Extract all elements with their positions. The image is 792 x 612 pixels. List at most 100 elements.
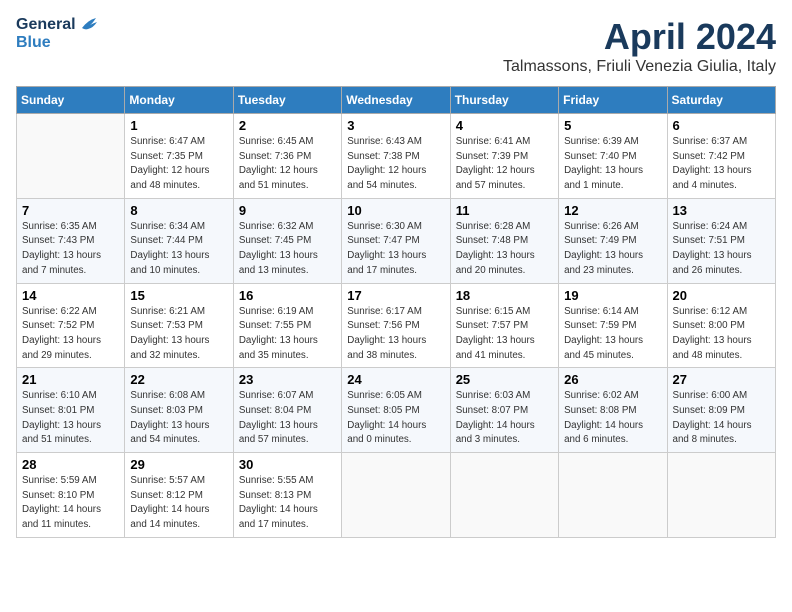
day-number: 1 bbox=[130, 118, 227, 133]
calendar-cell: 8 Sunrise: 6:34 AMSunset: 7:44 PMDaylight… bbox=[125, 198, 233, 283]
day-info: Sunrise: 6:03 AMSunset: 8:07 PMDaylight:… bbox=[456, 389, 553, 448]
calendar-cell: 26 Sunrise: 6:02 AMSunset: 8:08 PMDayligh… bbox=[559, 368, 667, 453]
calendar-cell: 16Sunrise: 6:19 AMSunset: 7:55 PMDayligh… bbox=[233, 283, 341, 368]
header-sunday: Sunday bbox=[17, 87, 125, 114]
day-number: 26 bbox=[564, 372, 661, 387]
day-info: Sunrise: 6:07 AMSunset: 8:04 PMDaylight:… bbox=[239, 389, 336, 448]
calendar-cell: 6 Sunrise: 6:37 AMSunset: 7:42 PMDaylight… bbox=[667, 114, 775, 199]
calendar-header-row: Sunday Monday Tuesday Wednesday Thursday… bbox=[17, 87, 776, 114]
day-info: Sunrise: 6:41 AMSunset: 7:39 PMDaylight:… bbox=[456, 135, 553, 194]
day-number: 30 bbox=[239, 457, 336, 472]
day-number: 20 bbox=[673, 288, 770, 303]
header-saturday: Saturday bbox=[667, 87, 775, 114]
day-number: 4 bbox=[456, 118, 553, 133]
logo: General Blue bbox=[16, 16, 100, 52]
day-info: Sunrise: 6:05 AMSunset: 8:05 PMDaylight:… bbox=[347, 389, 444, 448]
day-info: Sunrise: 6:39 AMSunset: 7:40 PMDaylight:… bbox=[564, 135, 661, 194]
calendar-table: Sunday Monday Tuesday Wednesday Thursday… bbox=[16, 86, 776, 538]
day-info: Sunrise: 5:55 AMSunset: 8:13 PMDaylight:… bbox=[239, 474, 336, 533]
day-number: 12 bbox=[564, 203, 661, 218]
calendar-cell: 11Sunrise: 6:28 AMSunset: 7:48 PMDayligh… bbox=[450, 198, 558, 283]
day-info: Sunrise: 6:24 AMSunset: 7:51 PMDaylight:… bbox=[673, 220, 770, 279]
calendar-cell: 9Sunrise: 6:32 AMSunset: 7:45 PMDaylight… bbox=[233, 198, 341, 283]
calendar-cell bbox=[342, 453, 450, 538]
day-info: Sunrise: 6:19 AMSunset: 7:55 PMDaylight:… bbox=[239, 305, 336, 364]
calendar-cell: 4 Sunrise: 6:41 AMSunset: 7:39 PMDaylight… bbox=[450, 114, 558, 199]
day-number: 5 bbox=[564, 118, 661, 133]
header-tuesday: Tuesday bbox=[233, 87, 341, 114]
day-info: Sunrise: 6:37 AMSunset: 7:42 PMDaylight:… bbox=[673, 135, 770, 194]
day-number: 15 bbox=[130, 288, 227, 303]
day-info: Sunrise: 6:15 AMSunset: 7:57 PMDaylight:… bbox=[456, 305, 553, 364]
calendar-cell: 3 Sunrise: 6:43 AMSunset: 7:38 PMDaylight… bbox=[342, 114, 450, 199]
day-number: 23 bbox=[239, 372, 336, 387]
day-number: 10 bbox=[347, 203, 444, 218]
calendar-cell: 30 Sunrise: 5:55 AMSunset: 8:13 PMDayligh… bbox=[233, 453, 341, 538]
page-header: General Blue April 2024 Talmassons, Friu… bbox=[16, 16, 776, 76]
day-info: Sunrise: 6:30 AMSunset: 7:47 PMDaylight:… bbox=[347, 220, 444, 279]
day-number: 21 bbox=[22, 372, 119, 387]
calendar-cell: 2Sunrise: 6:45 AMSunset: 7:36 PMDaylight… bbox=[233, 114, 341, 199]
calendar-cell bbox=[17, 114, 125, 199]
day-number: 6 bbox=[673, 118, 770, 133]
calendar-week-row: 7Sunrise: 6:35 AMSunset: 7:43 PMDaylight… bbox=[17, 198, 776, 283]
day-number: 19 bbox=[564, 288, 661, 303]
calendar-cell: 13 Sunrise: 6:24 AMSunset: 7:51 PMDayligh… bbox=[667, 198, 775, 283]
day-info: Sunrise: 6:08 AMSunset: 8:03 PMDaylight:… bbox=[130, 389, 227, 448]
calendar-cell: 18Sunrise: 6:15 AMSunset: 7:57 PMDayligh… bbox=[450, 283, 558, 368]
day-info: Sunrise: 5:59 AMSunset: 8:10 PMDaylight:… bbox=[22, 474, 119, 533]
calendar-cell: 10 Sunrise: 6:30 AMSunset: 7:47 PMDayligh… bbox=[342, 198, 450, 283]
day-number: 14 bbox=[22, 288, 119, 303]
day-info: Sunrise: 6:47 AMSunset: 7:35 PMDaylight:… bbox=[130, 135, 227, 194]
calendar-week-row: 14 Sunrise: 6:22 AMSunset: 7:52 PMDayligh… bbox=[17, 283, 776, 368]
header-monday: Monday bbox=[125, 87, 233, 114]
logo-blue-text: Blue bbox=[16, 34, 51, 52]
calendar-cell: 20 Sunrise: 6:12 AMSunset: 8:00 PMDayligh… bbox=[667, 283, 775, 368]
calendar-cell: 25Sunrise: 6:03 AMSunset: 8:07 PMDayligh… bbox=[450, 368, 558, 453]
calendar-cell: 17Sunrise: 6:17 AMSunset: 7:56 PMDayligh… bbox=[342, 283, 450, 368]
day-number: 24 bbox=[347, 372, 444, 387]
logo-bird-icon bbox=[78, 16, 100, 34]
day-number: 8 bbox=[130, 203, 227, 218]
header-thursday: Thursday bbox=[450, 87, 558, 114]
month-title: April 2024 bbox=[503, 16, 776, 58]
calendar-cell bbox=[559, 453, 667, 538]
day-number: 2 bbox=[239, 118, 336, 133]
calendar-cell bbox=[667, 453, 775, 538]
location-subtitle: Talmassons, Friuli Venezia Giulia, Italy bbox=[503, 58, 776, 76]
day-info: Sunrise: 6:28 AMSunset: 7:48 PMDaylight:… bbox=[456, 220, 553, 279]
day-info: Sunrise: 6:22 AMSunset: 7:52 PMDaylight:… bbox=[22, 305, 119, 364]
calendar-cell: 19 Sunrise: 6:14 AMSunset: 7:59 PMDayligh… bbox=[559, 283, 667, 368]
day-info: Sunrise: 6:17 AMSunset: 7:56 PMDaylight:… bbox=[347, 305, 444, 364]
calendar-cell: 23 Sunrise: 6:07 AMSunset: 8:04 PMDayligh… bbox=[233, 368, 341, 453]
day-number: 28 bbox=[22, 457, 119, 472]
logo-general-text: General bbox=[16, 16, 76, 34]
title-block: April 2024 Talmassons, Friuli Venezia Gi… bbox=[503, 16, 776, 76]
calendar-week-row: 1 Sunrise: 6:47 AMSunset: 7:35 PMDaylight… bbox=[17, 114, 776, 199]
day-info: Sunrise: 6:43 AMSunset: 7:38 PMDaylight:… bbox=[347, 135, 444, 194]
calendar-cell: 15Sunrise: 6:21 AMSunset: 7:53 PMDayligh… bbox=[125, 283, 233, 368]
day-info: Sunrise: 6:12 AMSunset: 8:00 PMDaylight:… bbox=[673, 305, 770, 364]
day-info: Sunrise: 6:14 AMSunset: 7:59 PMDaylight:… bbox=[564, 305, 661, 364]
calendar-cell: 21 Sunrise: 6:10 AMSunset: 8:01 PMDayligh… bbox=[17, 368, 125, 453]
day-info: Sunrise: 6:32 AMSunset: 7:45 PMDaylight:… bbox=[239, 220, 336, 279]
day-info: Sunrise: 6:10 AMSunset: 8:01 PMDaylight:… bbox=[22, 389, 119, 448]
header-wednesday: Wednesday bbox=[342, 87, 450, 114]
calendar-week-row: 28 Sunrise: 5:59 AMSunset: 8:10 PMDayligh… bbox=[17, 453, 776, 538]
calendar-week-row: 21 Sunrise: 6:10 AMSunset: 8:01 PMDayligh… bbox=[17, 368, 776, 453]
day-number: 3 bbox=[347, 118, 444, 133]
header-friday: Friday bbox=[559, 87, 667, 114]
calendar-cell: 14 Sunrise: 6:22 AMSunset: 7:52 PMDayligh… bbox=[17, 283, 125, 368]
calendar-cell: 29 Sunrise: 5:57 AMSunset: 8:12 PMDayligh… bbox=[125, 453, 233, 538]
day-info: Sunrise: 6:26 AMSunset: 7:49 PMDaylight:… bbox=[564, 220, 661, 279]
day-info: Sunrise: 6:02 AMSunset: 8:08 PMDaylight:… bbox=[564, 389, 661, 448]
calendar-cell: 12 Sunrise: 6:26 AMSunset: 7:49 PMDayligh… bbox=[559, 198, 667, 283]
day-number: 7 bbox=[22, 203, 119, 218]
day-number: 29 bbox=[130, 457, 227, 472]
day-info: Sunrise: 5:57 AMSunset: 8:12 PMDaylight:… bbox=[130, 474, 227, 533]
calendar-cell: 7Sunrise: 6:35 AMSunset: 7:43 PMDaylight… bbox=[17, 198, 125, 283]
calendar-cell: 27Sunrise: 6:00 AMSunset: 8:09 PMDayligh… bbox=[667, 368, 775, 453]
calendar-cell: 28 Sunrise: 5:59 AMSunset: 8:10 PMDayligh… bbox=[17, 453, 125, 538]
day-info: Sunrise: 6:34 AMSunset: 7:44 PMDaylight:… bbox=[130, 220, 227, 279]
day-number: 13 bbox=[673, 203, 770, 218]
